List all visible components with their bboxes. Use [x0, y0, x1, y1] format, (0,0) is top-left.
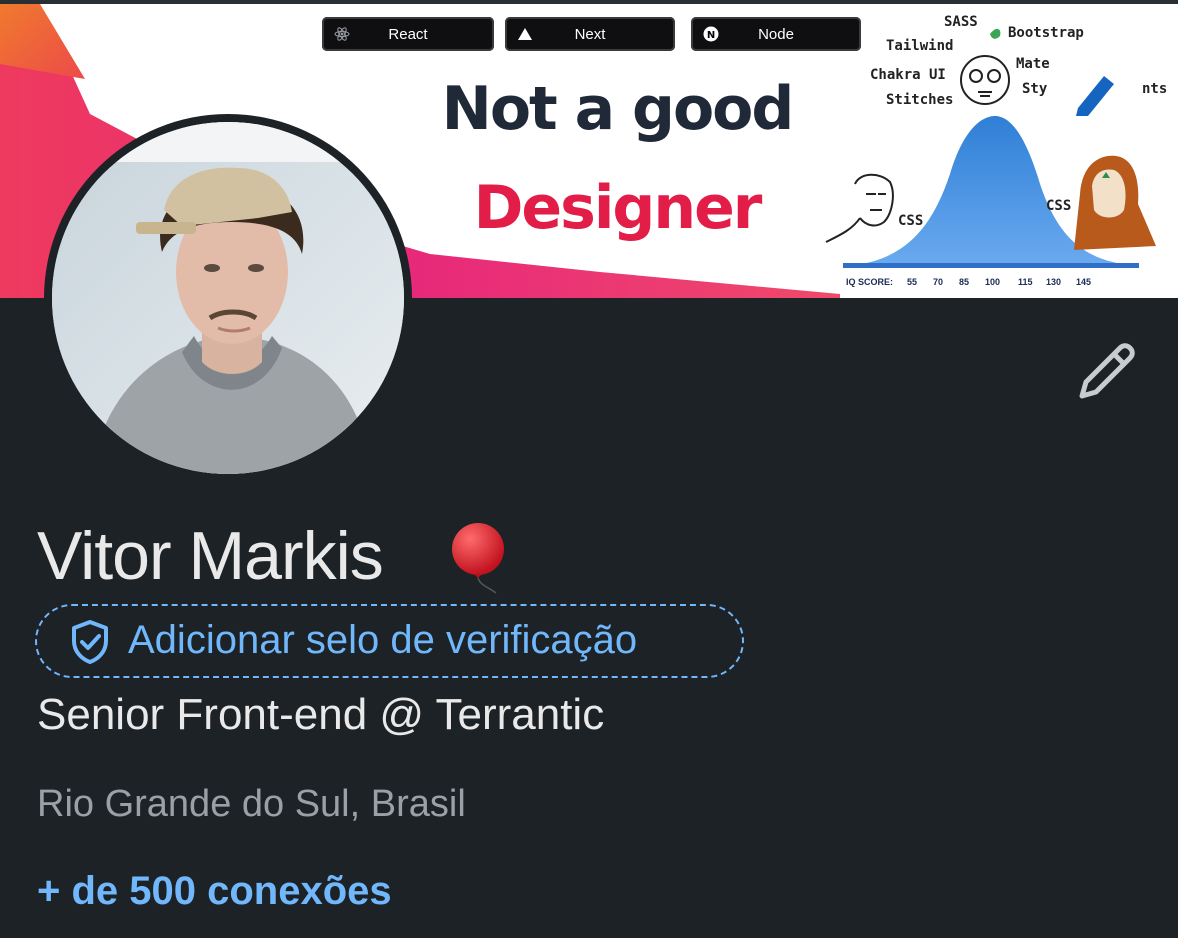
verification-label: Adicionar selo de verificação	[128, 618, 638, 662]
iq-tick: 85	[959, 277, 970, 287]
meme-word: Tailwind	[886, 38, 954, 54]
react-icon	[334, 26, 350, 42]
banner-pill-node: N Node	[691, 17, 861, 51]
banner-headline-line2: Designer	[473, 173, 763, 243]
iq-tick: 70	[933, 277, 944, 287]
balloon-icon	[448, 523, 512, 600]
profile-location: Rio Grande do Sul, Brasil	[37, 783, 466, 825]
meme-word: Mate	[1016, 56, 1050, 72]
profile-headline: Senior Front-end @ Terrantic	[37, 690, 605, 739]
pill-label: React	[388, 25, 428, 43]
meme-word: Bootstrap	[1008, 25, 1084, 41]
shield-check-icon	[69, 619, 111, 670]
pill-label: Next	[574, 25, 606, 43]
pill-label: Node	[758, 25, 794, 43]
svg-text:N: N	[707, 30, 715, 41]
add-verification-badge-button[interactable]: Adicionar selo de verificação	[35, 604, 744, 678]
banner-headline-line1: Not a good	[441, 74, 795, 144]
avatar[interactable]	[52, 122, 404, 474]
profile-name: Vitor Markis	[37, 518, 384, 594]
connections-link[interactable]: + de 500 conexões	[37, 871, 392, 911]
iq-tick: 130	[1046, 277, 1062, 287]
edit-profile-pencil-icon[interactable]	[1074, 338, 1140, 404]
meme-word: CSS	[1046, 198, 1072, 214]
iq-tick: 100	[985, 277, 1001, 287]
avatar-photo	[52, 122, 404, 474]
banner-pill-next: Next	[505, 17, 675, 51]
triangle-icon	[517, 26, 533, 42]
iq-tick: 55	[907, 277, 918, 287]
meme-word: CSS	[898, 213, 924, 229]
banner-pill-react: React	[322, 17, 494, 51]
node-n-icon: N	[703, 26, 719, 42]
meme-word: Sty	[1022, 81, 1048, 97]
meme-word: Stitches	[886, 92, 954, 108]
iq-tick: 115	[1018, 277, 1033, 287]
iq-tick: 145	[1076, 277, 1092, 287]
meme-word: SASS	[944, 14, 978, 30]
iq-label: IQ SCORE:	[846, 277, 894, 287]
meme-word: nts	[1142, 81, 1168, 97]
meme-word: Chakra UI	[870, 67, 946, 83]
